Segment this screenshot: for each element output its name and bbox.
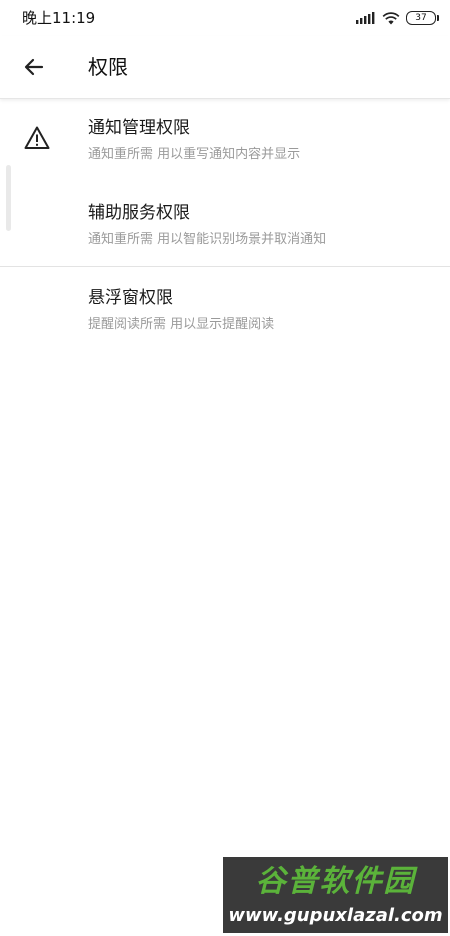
wifi-icon	[382, 11, 400, 24]
watermark-name: 谷普软件园	[255, 864, 416, 899]
watermark: 谷普软件园 www.gupuxlazal.com	[223, 857, 448, 933]
status-bar: 晚上11:19 37	[0, 0, 450, 36]
battery-level: 37	[415, 13, 427, 23]
permission-item-overlay[interactable]: 悬浮窗权限 提醒阅读所需 用以显示提醒阅读	[0, 269, 450, 353]
permission-item-accessibility[interactable]: 辅助服务权限 通知重所需 用以智能识别场景并取消通知	[0, 184, 450, 268]
battery-icon: 37	[406, 11, 439, 25]
status-time: 晚上11:19	[22, 9, 96, 27]
permission-description: 通知重所需 用以智能识别场景并取消通知	[88, 232, 327, 247]
permission-description: 通知重所需 用以重写通知内容并显示	[88, 147, 301, 162]
permission-description: 提醒阅读所需 用以显示提醒阅读	[88, 317, 275, 332]
permission-title: 通知管理权限	[88, 118, 190, 138]
permissions-screen: 晚上11:19 37 权限 通知管理权限 通知重所需 用以重写通知内容并显示 辅…	[0, 0, 450, 936]
section-divider	[0, 266, 450, 267]
status-icons: 37	[356, 10, 439, 26]
battery-tip	[437, 15, 439, 21]
watermark-url: www.gupuxlazal.com	[228, 905, 443, 926]
page-title: 权限	[88, 55, 128, 79]
arrow-left-icon	[24, 58, 44, 76]
warning-icon	[24, 126, 50, 149]
signal-bars-icon	[356, 12, 375, 24]
app-bar: 权限	[0, 36, 450, 99]
permission-title: 悬浮窗权限	[88, 288, 173, 308]
back-button[interactable]	[16, 49, 52, 85]
permission-title: 辅助服务权限	[88, 203, 190, 223]
permission-item-notification[interactable]: 通知管理权限 通知重所需 用以重写通知内容并显示	[0, 99, 450, 183]
